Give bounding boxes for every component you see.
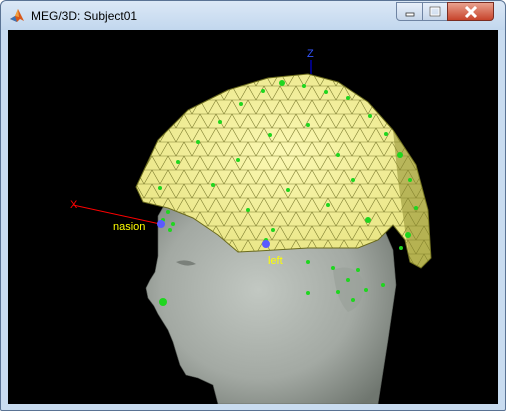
3d-view-canvas[interactable]: X Z nasion left	[8, 30, 498, 404]
maximize-button[interactable]	[422, 2, 448, 21]
window-title: MEG/3D: Subject01	[31, 9, 138, 23]
x-axis-label: X	[70, 199, 78, 211]
left-marker[interactable]	[262, 240, 270, 248]
maximize-icon	[429, 6, 441, 16]
nasion-marker[interactable]	[157, 220, 165, 228]
3d-scene[interactable]: X Z nasion left	[8, 30, 498, 404]
minimize-icon	[405, 12, 414, 16]
close-icon	[464, 5, 477, 18]
title-bar[interactable]: MEG/3D: Subject01	[1, 1, 505, 30]
left-label: left	[268, 255, 283, 267]
nasion-label: nasion	[113, 221, 145, 233]
minimize-button[interactable]	[396, 2, 423, 21]
matlab-icon[interactable]	[9, 8, 25, 24]
app-window: MEG/3D: Subject01 X Z nasion left	[0, 0, 506, 411]
z-axis-label: Z	[307, 48, 314, 60]
close-button[interactable]	[447, 2, 494, 21]
